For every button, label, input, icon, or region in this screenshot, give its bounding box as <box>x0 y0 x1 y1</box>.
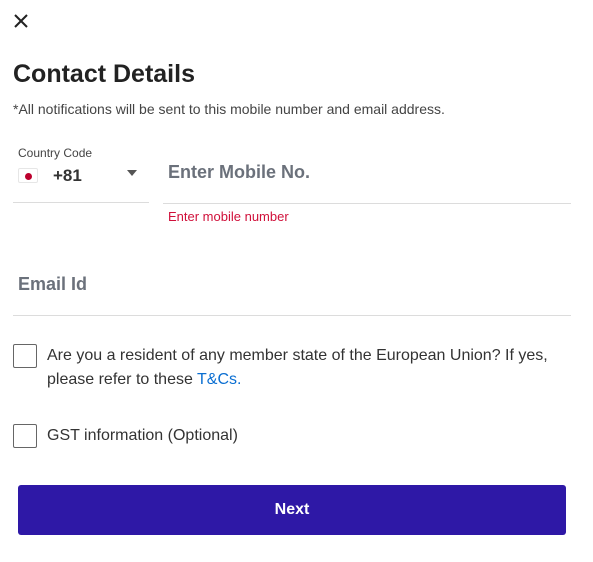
email-field-container <box>13 262 571 316</box>
country-code-value: +81 <box>53 166 82 185</box>
page-subtitle: *All notifications will be sent to this … <box>13 101 445 117</box>
close-button[interactable] <box>11 11 31 31</box>
gst-checkbox[interactable] <box>13 424 37 448</box>
eu-resident-label: Are you a resident of any member state o… <box>47 347 548 388</box>
eu-resident-text: Are you a resident of any member state o… <box>47 344 577 392</box>
gst-label: GST information (Optional) <box>47 427 238 444</box>
mobile-number-input[interactable] <box>168 162 563 183</box>
eu-resident-checkbox[interactable] <box>13 344 37 368</box>
next-button[interactable]: Next <box>18 485 566 535</box>
mobile-error-message: Enter mobile number <box>168 209 289 224</box>
email-input[interactable] <box>18 274 558 295</box>
close-icon <box>14 14 28 28</box>
caret-down-icon <box>127 170 137 176</box>
japan-flag-icon <box>18 168 38 183</box>
tcs-link[interactable]: T&Cs. <box>197 371 241 388</box>
mobile-field-container <box>163 150 571 204</box>
country-code-select[interactable]: Country Code +81 <box>13 140 149 203</box>
page-title: Contact Details <box>13 60 195 88</box>
country-code-label: Country Code <box>18 146 93 160</box>
